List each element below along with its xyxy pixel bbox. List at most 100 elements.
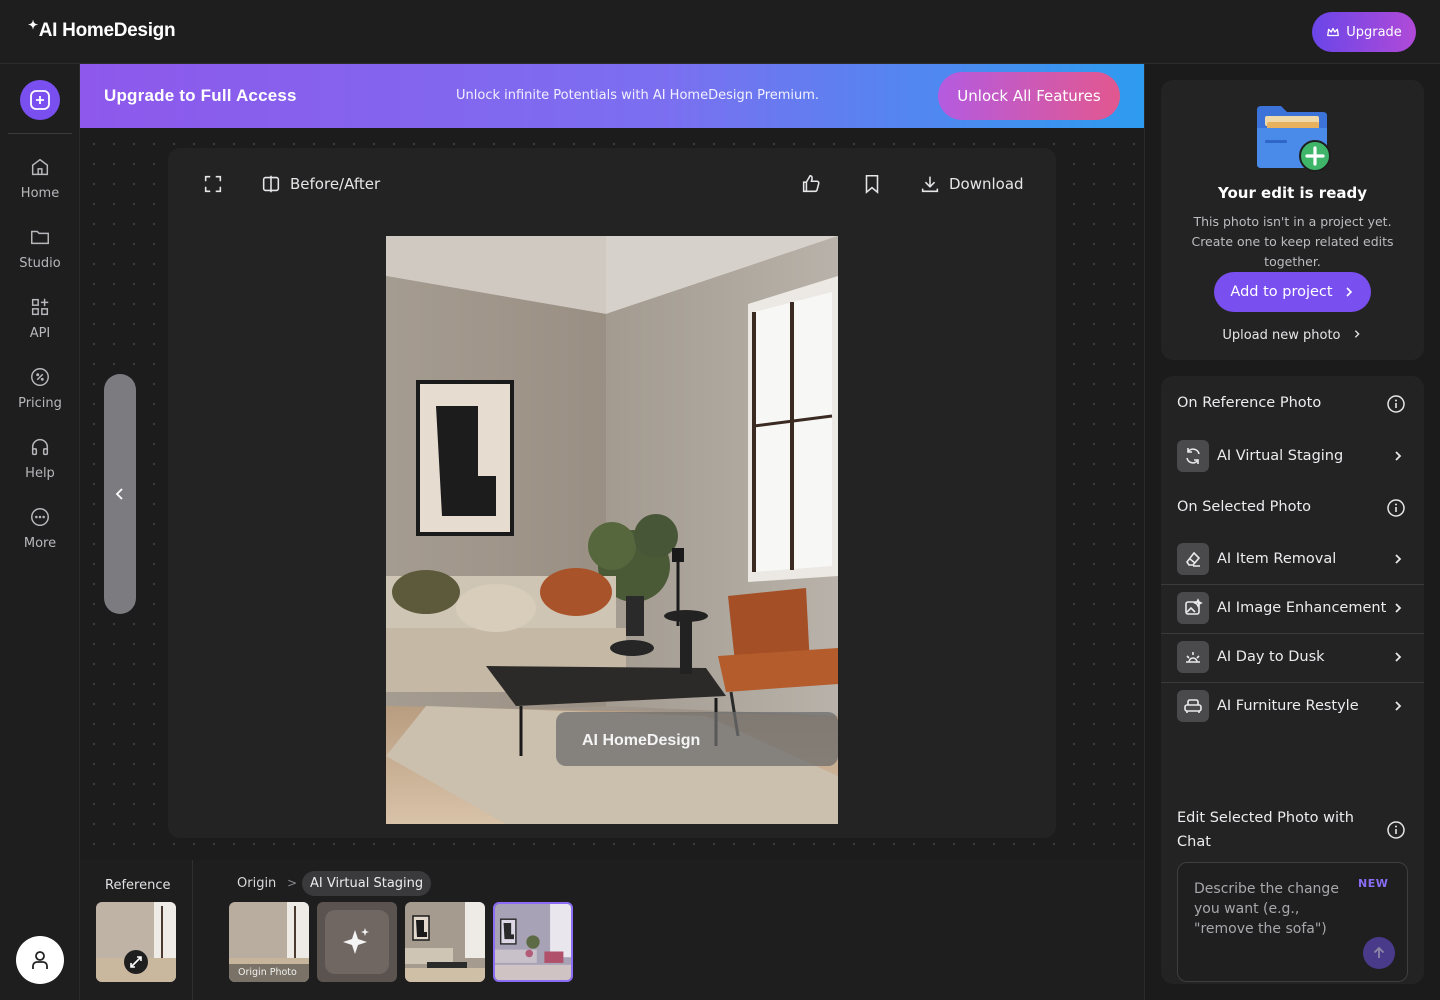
banner-subtitle: Unlock infinite Potentials with AI HomeD… (456, 88, 820, 103)
breadcrumb-separator: > (287, 876, 298, 890)
edit-ready-description: This photo isn't in a project yet. Creat… (1191, 214, 1394, 269)
nav-label: More (23, 536, 57, 551)
crown-icon (1327, 27, 1340, 37)
user-icon (32, 951, 48, 969)
chat-edit-heading: Edit Selected Photo with Chat (1177, 810, 1354, 850)
history-thumb-origin[interactable]: Origin Photo (229, 902, 309, 982)
chevron-right-icon (1395, 652, 1402, 662)
reference-thumbnail[interactable] (96, 902, 176, 982)
bookmark-button[interactable] (861, 172, 883, 196)
nav-item-pricing[interactable]: Pricing (0, 366, 80, 426)
add-to-project-button[interactable]: Add to project (1214, 272, 1371, 312)
staged-photo-image (405, 902, 485, 982)
headphones-icon (31, 439, 49, 456)
origin-photo-image: Origin Photo (229, 902, 309, 982)
plus-circle-icon (30, 90, 50, 110)
add-to-project-label: Add to project (1230, 284, 1333, 300)
logo-text: AI HomeDesign (38, 20, 176, 41)
new-design-button[interactable] (20, 80, 60, 120)
nav-item-studio[interactable]: Studio (0, 226, 80, 286)
reference-image (96, 902, 176, 982)
info-icon[interactable] (1386, 498, 1406, 518)
arrow-up-icon (1373, 946, 1385, 958)
thumbs-up-icon (802, 174, 820, 193)
edit-ready-card: Your edit is ready This photo isn't in a… (1161, 80, 1424, 360)
tool-ai-item-removal[interactable]: AI Item Removal (1161, 535, 1424, 583)
nav-label: API (29, 326, 51, 341)
breadcrumb-ai-virtual-staging[interactable]: AI Virtual Staging (302, 871, 432, 896)
tool-label: AI Day to Dusk (1217, 649, 1325, 665)
tool-ai-virtual-staging[interactable]: AI Virtual Staging (1161, 432, 1424, 480)
download-label: Download (949, 175, 1024, 193)
refresh-cycle-icon (1177, 440, 1209, 472)
fullscreen-button[interactable] (202, 172, 224, 196)
living-room-image: AI HomeDesign (386, 236, 838, 824)
nav-divider (8, 133, 72, 134)
upload-new-photo-label: Upload new photo (1222, 328, 1341, 343)
image-sparkle-icon (1177, 592, 1209, 624)
download-button[interactable]: Download (919, 172, 1024, 196)
upgrade-banner: Upgrade to Full Access Unlock infinite P… (80, 64, 1144, 128)
info-icon[interactable] (1386, 820, 1406, 840)
collapse-left-panel-handle[interactable] (104, 374, 136, 614)
chevron-right-icon (1395, 701, 1402, 711)
app-logo[interactable]: ✦ AI HomeDesign (28, 18, 176, 42)
history-thumb-staged-selected[interactable] (493, 902, 573, 982)
nav-item-more[interactable]: More (0, 506, 80, 566)
home-icon (31, 158, 49, 176)
sofa-icon (1177, 690, 1209, 722)
nav-label: Help (25, 466, 55, 481)
reference-tools-heading: On Reference Photo (1177, 395, 1322, 411)
sunset-icon (1177, 641, 1209, 673)
left-navigation: Home Studio API Pricing Help More (0, 64, 80, 1000)
tool-label: AI Furniture Restyle (1217, 698, 1359, 714)
bookmark-icon (865, 174, 879, 194)
nav-label: Pricing (18, 396, 62, 411)
nav-item-api[interactable]: API (0, 296, 80, 356)
generating-placeholder (317, 902, 397, 982)
info-icon[interactable] (1386, 394, 1406, 414)
tool-label: AI Item Removal (1217, 551, 1337, 567)
ai-tools-card: On Reference Photo AI Virtual Staging On… (1161, 376, 1424, 984)
history-strip: Reference Origin > AI Virtual Staging Or… (80, 860, 1144, 1000)
history-thumb-generating[interactable] (317, 902, 397, 982)
strip-divider (192, 860, 193, 1000)
breadcrumb-origin[interactable]: Origin (237, 876, 276, 891)
tool-label: AI Image Enhancement (1217, 600, 1387, 616)
nav-item-home[interactable]: Home (0, 156, 80, 216)
api-grid-icon (31, 298, 49, 316)
banner-title: Upgrade to Full Access (104, 86, 297, 105)
upgrade-button[interactable]: Upgrade (1312, 12, 1416, 52)
chevron-right-icon (1395, 603, 1402, 613)
before-after-button[interactable]: Before/After (260, 172, 380, 196)
tool-label: AI Virtual Staging (1217, 448, 1344, 464)
like-button[interactable] (800, 172, 822, 196)
history-thumb-staged-1[interactable] (405, 902, 485, 982)
tool-ai-furniture-restyle[interactable]: AI Furniture Restyle (1161, 682, 1424, 730)
chat-input[interactable]: Describe the change you want (e.g., "rem… (1177, 862, 1408, 982)
pricing-percent-icon (31, 368, 49, 386)
chevron-right-icon (1346, 287, 1352, 297)
chevron-right-icon (1354, 330, 1360, 338)
new-badge: NEW (1358, 877, 1389, 890)
folder-icon (31, 230, 49, 245)
compare-icon (262, 175, 280, 193)
upload-new-photo-link[interactable]: Upload new photo (1161, 328, 1424, 343)
logo-sparkle-icon: ✦ (28, 18, 38, 32)
unlock-all-features-button[interactable]: Unlock All Features (938, 72, 1120, 120)
tool-ai-image-enhancement[interactable]: AI Image Enhancement (1161, 584, 1424, 632)
nav-item-help[interactable]: Help (0, 436, 80, 496)
send-button[interactable] (1363, 937, 1395, 969)
upgrade-label: Upgrade (1346, 24, 1402, 40)
generated-room-photo[interactable]: AI HomeDesign (386, 236, 838, 824)
photo-watermark: AI HomeDesign (582, 732, 700, 749)
reference-label: Reference (105, 878, 171, 893)
chevron-right-icon (1395, 451, 1402, 461)
chevron-left-icon (115, 488, 123, 500)
tool-ai-day-to-dusk[interactable]: AI Day to Dusk (1161, 633, 1424, 681)
nav-label: Studio (19, 256, 61, 271)
nav-label: Home (20, 186, 60, 201)
edit-ready-title: Your edit is ready (1217, 184, 1368, 202)
user-avatar[interactable] (16, 936, 64, 984)
eraser-icon (1177, 543, 1209, 575)
